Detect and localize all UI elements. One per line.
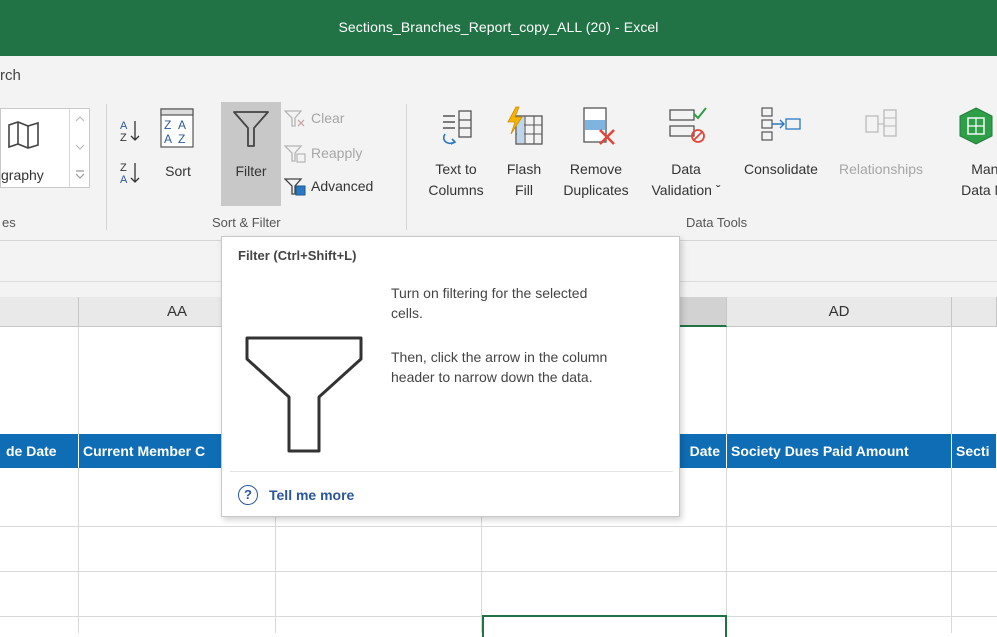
clear-label: Clear — [311, 110, 345, 126]
sort-ascending-icon[interactable]: A Z — [120, 118, 142, 144]
reapply-icon — [284, 145, 306, 163]
gridline — [726, 327, 727, 633]
column-header[interactable] — [0, 297, 79, 327]
svg-text:Z: Z — [178, 132, 185, 146]
ribbon: graphy es A Z Z A Z A A Z Sort Filter Cl… — [0, 98, 997, 241]
group-separator — [106, 104, 107, 230]
chevron-down-icon — [75, 144, 85, 150]
advanced-label: Advanced — [311, 178, 374, 194]
ribbon-tab-row: rch — [0, 56, 997, 98]
tell-me-more-link[interactable]: Tell me more — [269, 487, 354, 503]
header-cell[interactable]: de Date — [0, 434, 79, 468]
svg-text:A: A — [178, 118, 186, 132]
group-separator — [406, 104, 407, 230]
header-cell[interactable]: Secti — [952, 434, 997, 468]
data-validation-label-2: Validation ˇ — [651, 182, 721, 198]
clear-filter-icon — [284, 110, 305, 127]
data-validation-button[interactable]: Data Validation ˇ — [640, 104, 732, 204]
consolidate-icon — [761, 107, 801, 141]
tooltip-description-line: Then, click the arrow in the column — [391, 349, 608, 365]
consolidate-label: Consolidate — [744, 161, 818, 177]
clear-filter-button[interactable]: Clear — [284, 108, 364, 130]
data-model-icon — [959, 107, 993, 145]
map-icon — [8, 121, 39, 149]
flash-fill-label-1: Flash — [506, 161, 542, 177]
data-types-group-label: es — [2, 215, 16, 230]
tooltip-description-line: cells. — [391, 305, 423, 321]
flash-fill-icon — [507, 106, 543, 145]
column-header[interactable] — [952, 297, 997, 327]
manage-data-model-button[interactable]: Manag Data Mo — [934, 104, 997, 204]
data-validation-label-1: Data — [671, 161, 701, 177]
geography-gallery[interactable]: graphy — [0, 108, 90, 188]
advanced-filter-icon — [284, 178, 306, 196]
sort-button[interactable]: Z A A Z Sort — [152, 104, 204, 190]
help-icon[interactable]: ? — [238, 485, 258, 505]
svg-text:Z: Z — [120, 132, 127, 144]
consolidate-button[interactable]: Consolidate — [734, 104, 828, 184]
selected-cell[interactable] — [482, 615, 727, 637]
gridline — [0, 571, 997, 572]
svg-text:Z: Z — [164, 118, 171, 132]
relationships-icon — [865, 109, 897, 137]
sort-dialog-icon: Z A A Z — [160, 108, 194, 148]
manage-data-model-label-2: Data Mo — [961, 182, 997, 198]
svg-text:Z: Z — [120, 162, 127, 174]
tooltip-title: Filter (Ctrl+Shift+L) — [238, 248, 357, 263]
text-to-columns-label-1: Text to — [435, 161, 477, 177]
text-to-columns-button[interactable]: Text to Columns — [417, 104, 495, 204]
gridline — [78, 327, 79, 633]
tooltip-description-line: Turn on filtering for the selected — [391, 285, 588, 301]
sort-descending-icon[interactable]: Z A — [120, 160, 142, 186]
geography-label: graphy — [1, 167, 44, 183]
filter-label: Filter — [235, 163, 267, 179]
tab-search-partial[interactable]: rch — [0, 67, 21, 84]
sort-label: Sort — [165, 163, 191, 179]
svg-text:A: A — [120, 120, 128, 132]
title-bar: Sections_Branches_Report_copy_ALL (20) -… — [0, 0, 997, 56]
reapply-label: Reapply — [311, 145, 363, 161]
text-to-columns-label-2: Columns — [428, 182, 484, 198]
gallery-scroll[interactable] — [69, 109, 89, 187]
filter-tooltip: Filter (Ctrl+Shift+L) Turn on filtering … — [221, 236, 680, 517]
funnel-icon — [245, 336, 363, 453]
advanced-filter-button[interactable]: Advanced — [284, 176, 394, 198]
relationships-button[interactable]: Relationships — [830, 104, 932, 184]
data-validation-icon — [669, 107, 707, 143]
remove-duplicates-icon — [583, 107, 615, 145]
relationships-label: Relationships — [838, 161, 924, 177]
tooltip-divider — [230, 471, 673, 472]
window-title: Sections_Branches_Report_copy_ALL (20) -… — [338, 19, 659, 35]
filter-button[interactable]: Filter — [221, 102, 281, 206]
svg-text:A: A — [120, 174, 128, 186]
header-cell[interactable]: Society Dues Paid Amount — [727, 434, 952, 468]
remove-duplicates-label-2: Duplicates — [563, 182, 629, 198]
funnel-icon — [233, 111, 269, 147]
manage-data-model-label-1: Manag — [971, 161, 997, 177]
gridline — [0, 526, 997, 527]
gridline — [951, 327, 952, 633]
remove-duplicates-label-1: Remove — [569, 161, 623, 177]
column-header[interactable]: AD — [727, 297, 952, 327]
data-tools-group-label: Data Tools — [686, 215, 748, 230]
remove-duplicates-button[interactable]: Remove Duplicates — [556, 104, 636, 204]
svg-text:A: A — [164, 132, 172, 146]
more-icon — [75, 170, 85, 179]
sort-filter-group-label: Sort & Filter — [212, 215, 281, 230]
flash-fill-button[interactable]: Flash Fill — [498, 104, 550, 204]
reapply-button[interactable]: Reapply — [284, 143, 374, 165]
flash-fill-label-2: Fill — [515, 182, 533, 198]
text-to-columns-icon — [442, 110, 472, 145]
tooltip-description-line: header to narrow down the data. — [391, 369, 593, 385]
chevron-up-icon — [75, 116, 85, 122]
